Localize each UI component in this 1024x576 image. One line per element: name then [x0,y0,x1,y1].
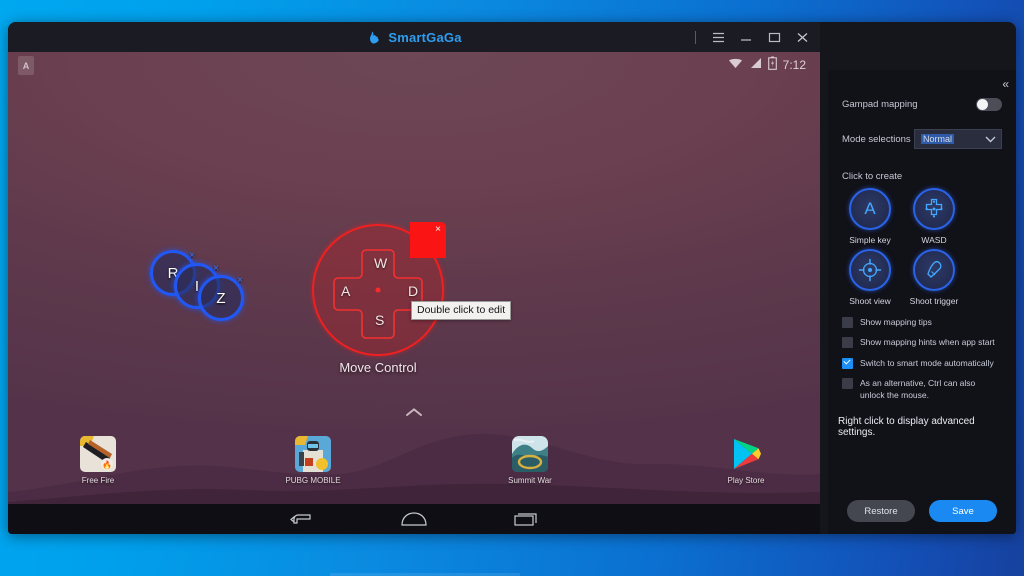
wasd-control-label: Move Control [312,360,444,375]
advanced-settings-note: Right click to display advanced settings… [828,416,1016,438]
wasd-key-down: S [375,312,384,328]
chevron-down-icon [985,130,996,148]
checkbox-box [842,337,853,348]
create-controls-grid: A Simple key [828,182,1016,310]
wasd-move-control[interactable]: W A D S × [312,224,444,356]
wasd-dpad-icon [913,188,955,230]
svg-text:🔥: 🔥 [102,460,112,470]
checkbox-label-show-mapping-tips: Show mapping tips [860,316,932,328]
keymapping-settings-panel: « Gampad mapping Mode selections Normal … [828,70,1016,534]
dock-label-pubg-mobile: PUBG MOBILE [285,476,340,485]
pubg-mobile-icon [295,436,331,472]
app-badge-icon: A [18,56,34,75]
create-wasd-label: WASD [921,235,946,245]
mode-selections-label: Mode selections [842,134,911,145]
checkbox-show-mapping-tips[interactable]: Show mapping tips [828,316,1016,328]
checkbox-show-mapping-hints[interactable]: Show mapping hints when app start [828,336,1016,348]
create-shoot-trigger-label: Shoot trigger [910,296,959,306]
minimize-button[interactable] [739,30,754,45]
dock-label-free-fire: Free Fire [82,476,114,485]
dock-item-play-store[interactable]: Play Store [714,436,778,485]
nav-back-icon[interactable] [285,508,319,530]
checkbox-box-checked [842,358,853,369]
simple-key-icon: A [849,188,891,230]
chevron-up-icon[interactable] [405,404,423,422]
dock-label-summit-war: Summit War [508,476,552,485]
nav-recents-icon[interactable] [509,508,543,530]
mapped-key-z-label: Z [216,290,225,307]
status-time: 7:12 [783,58,806,72]
collapse-panel-icon[interactable]: « [1002,77,1008,91]
create-simple-key[interactable]: A Simple key [838,188,902,245]
checkbox-box [842,378,853,389]
window-titlebar: SmartGaGa [8,22,820,52]
mapped-key-z[interactable]: Z × [198,275,244,321]
edit-tooltip: Double click to edit [411,301,511,320]
checkbox-switch-smart-mode[interactable]: Switch to smart mode automatically [828,357,1016,369]
gamepad-mapping-label: Gampad mapping [842,99,918,110]
dock-item-summit-war[interactable]: Summit War [498,436,562,485]
create-shoot-trigger[interactable]: Shoot trigger [902,249,966,306]
mode-selections-value: Normal [921,134,954,144]
mapped-key-z-remove-icon[interactable]: × [237,276,243,286]
android-screen[interactable]: A 7:12 [8,52,820,534]
nav-home-icon[interactable] [397,508,431,530]
control-divider [695,31,696,44]
close-button[interactable] [795,30,810,45]
free-fire-icon: 🔥 [80,436,116,472]
panel-action-buttons: Restore Save [828,500,1016,522]
create-wasd[interactable]: WASD [902,188,966,245]
wasd-remove-button[interactable]: × [410,222,446,258]
mode-selections-dropdown[interactable]: Normal [914,129,1002,149]
status-indicators: 7:12 [728,52,806,78]
android-status-bar: A 7:12 [8,52,820,78]
restore-button[interactable]: Restore [847,500,915,522]
windows-desktop: SmartGaGa [0,0,1024,576]
wifi-icon [728,56,743,74]
signal-icon [749,56,762,74]
menu-button[interactable] [711,30,726,45]
checkbox-label-ctrl-unlock-mouse: As an alternative, Ctrl can also unlock … [860,377,1002,402]
mapped-key-i-remove-icon[interactable]: × [213,264,219,274]
wasd-key-right: D [408,283,418,299]
toggle-knob [977,99,988,110]
hand-logo-icon [366,29,382,45]
play-store-icon [728,436,764,472]
bullet-icon [913,249,955,291]
wasd-key-left: A [341,283,350,299]
wasd-center-dot [376,288,381,293]
smartgaga-window: SmartGaGa [8,22,1016,534]
wasd-key-up: W [374,255,387,271]
crosshair-icon [849,249,891,291]
android-nav-bar [8,504,820,534]
create-shoot-view-label: Shoot view [849,296,891,306]
window-controls [695,22,810,52]
create-simple-key-label: Simple key [849,235,891,245]
click-to-create-title: Click to create [828,171,1016,182]
mapped-key-r-remove-icon[interactable]: × [189,251,195,261]
status-app-badge-wrap: A [18,56,34,75]
checkbox-ctrl-unlock-mouse[interactable]: As an alternative, Ctrl can also unlock … [828,377,1016,402]
save-button[interactable]: Save [929,500,997,522]
checkbox-box [842,317,853,328]
battery-icon [768,56,777,75]
simple-key-glyph: A [864,199,875,219]
app-title: SmartGaGa [388,30,461,45]
dock-item-pubg-mobile[interactable]: PUBG MOBILE [281,436,345,485]
maximize-button[interactable] [767,30,782,45]
gamepad-mapping-row: Gampad mapping [828,98,1016,111]
dock-item-free-fire[interactable]: 🔥 Free Fire [66,436,130,485]
android-dock: 🔥 Free Fire PUBG MOBILE [8,430,820,496]
wasd-remove-icon: × [435,225,441,235]
checkbox-label-switch-smart-mode: Switch to smart mode automatically [860,357,994,369]
gamepad-mapping-toggle[interactable] [976,98,1002,111]
create-shoot-view[interactable]: Shoot view [838,249,902,306]
mode-selections-row: Mode selections Normal [828,129,1016,149]
dock-label-play-store: Play Store [728,476,765,485]
checkbox-label-show-mapping-hints: Show mapping hints when app start [860,336,995,348]
summit-war-icon [512,436,548,472]
